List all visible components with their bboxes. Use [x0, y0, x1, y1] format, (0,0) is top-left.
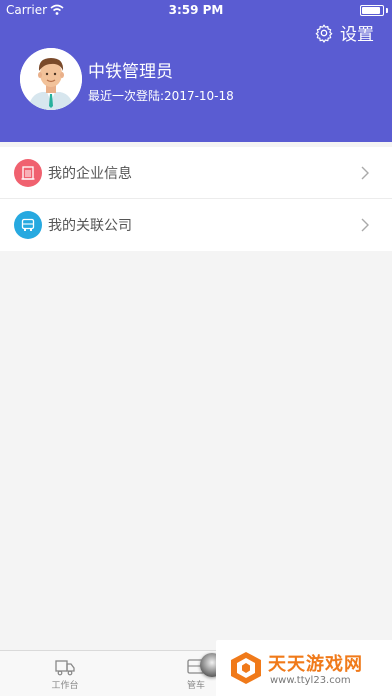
gear-icon: [315, 24, 333, 43]
settings-label: 设置: [340, 25, 374, 45]
menu-item-label: 我的关联公司: [48, 218, 132, 234]
user-name: 中铁管理员: [88, 62, 173, 82]
menu-item-company-info[interactable]: 我的企业信息: [0, 147, 392, 199]
watermark-title: 天天游戏网: [268, 654, 363, 675]
battery-icon: [360, 5, 384, 16]
chevron-right-icon: [361, 218, 369, 232]
tab-workbench[interactable]: 工作台: [35, 657, 95, 691]
watermark: 天天游戏网 www.ttyl23.com: [216, 640, 392, 696]
profile-header: Carrier 3:59 PM 设置 中铁管理员 最近一次登陆:2017-10-…: [0, 0, 392, 142]
tab-label: 工作台: [51, 681, 79, 691]
avatar-illustration: [20, 48, 82, 110]
menu-item-related-companies[interactable]: 我的关联公司: [0, 199, 392, 251]
battery-tip: [386, 8, 388, 13]
truck-icon: [14, 211, 42, 239]
avatar[interactable]: [20, 48, 82, 110]
chevron-right-icon: [361, 166, 369, 180]
status-bar: Carrier 3:59 PM: [0, 0, 392, 20]
menu-item-label: 我的企业信息: [48, 165, 132, 182]
truck-outline-icon: [55, 660, 75, 676]
menu-list: 我的企业信息 我的关联公司: [0, 147, 392, 251]
status-time: 3:59 PM: [168, 3, 224, 17]
battery-level: [362, 7, 380, 14]
watermark-url: www.ttyl23.com: [270, 675, 351, 686]
building-icon: [14, 158, 42, 187]
last-login-text: 最近一次登陆:2017-10-18: [88, 89, 234, 103]
watermark-logo-icon: [231, 652, 261, 684]
settings-button[interactable]: 设置: [314, 20, 374, 45]
